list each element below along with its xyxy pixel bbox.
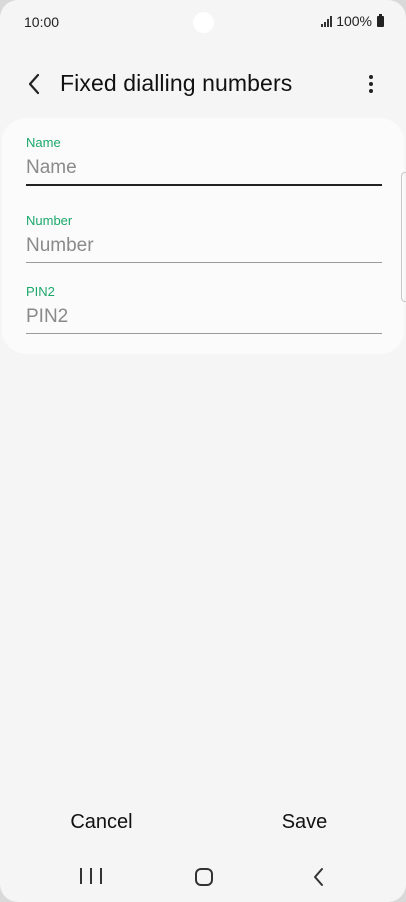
name-underline: [26, 184, 382, 186]
home-icon[interactable]: [195, 868, 213, 886]
number-label: Number: [26, 213, 73, 228]
pin2-label: PIN2: [26, 284, 55, 299]
phone-screen: 10:00 100% Fixed dialling numbers Name N…: [0, 0, 406, 902]
pin2-input[interactable]: [26, 305, 382, 333]
navigation-bar: [0, 856, 406, 900]
pin2-underline: [26, 333, 382, 334]
status-time: 10:00: [24, 14, 60, 30]
more-options-button[interactable]: [356, 68, 386, 100]
name-label: Name: [26, 135, 61, 150]
scroll-indicator[interactable]: [401, 172, 406, 302]
save-button[interactable]: Save: [203, 800, 406, 844]
battery-percentage: 100%: [336, 13, 372, 29]
number-input[interactable]: [26, 234, 382, 262]
name-field: Name: [26, 135, 382, 186]
back-icon[interactable]: [308, 866, 330, 888]
page-title: Fixed dialling numbers: [60, 70, 293, 96]
status-indicators: 100%: [321, 13, 384, 29]
more-options-icon: [369, 75, 373, 93]
battery-icon: [377, 13, 384, 27]
bottom-actions: Cancel Save: [0, 800, 406, 844]
signal-icon: [321, 15, 333, 27]
number-field: Number: [26, 213, 382, 263]
pin2-field: PIN2: [26, 284, 382, 334]
cancel-button[interactable]: Cancel: [0, 800, 203, 844]
app-header: Fixed dialling numbers: [0, 58, 406, 112]
front-camera: [193, 12, 214, 33]
name-input[interactable]: [26, 156, 382, 184]
recents-icon[interactable]: [80, 868, 102, 886]
back-arrow-icon: [28, 73, 40, 95]
back-button[interactable]: [18, 68, 50, 100]
number-underline: [26, 262, 382, 263]
form-card: Name Number PIN2: [2, 118, 404, 354]
status-bar: 10:00 100%: [0, 0, 406, 44]
